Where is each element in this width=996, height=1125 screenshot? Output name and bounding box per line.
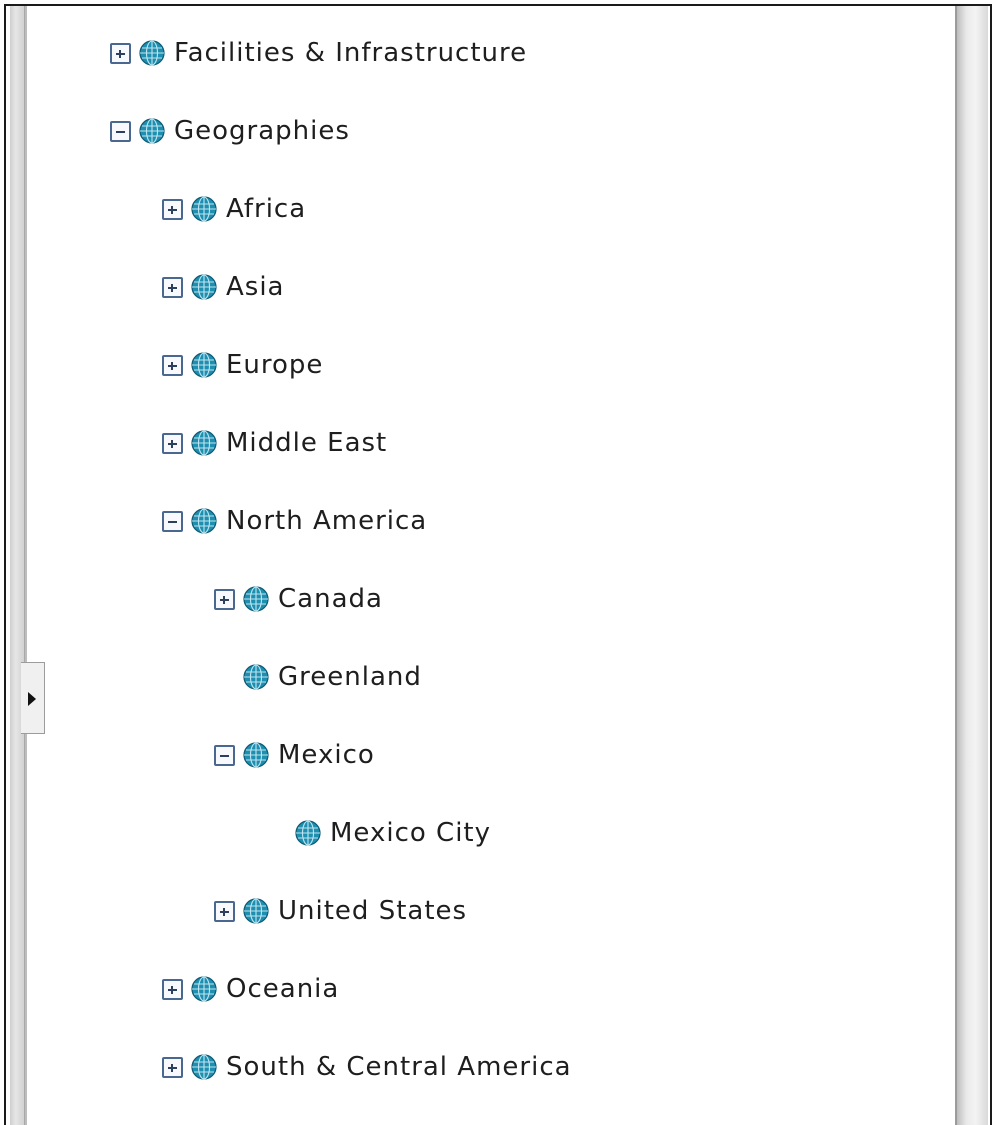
- splitter-divider: [25, 6, 27, 1125]
- tree-node-label: Middle East: [226, 428, 388, 458]
- globe-icon: [139, 40, 165, 66]
- expand-toggle-plus-icon[interactable]: [162, 276, 183, 298]
- expand-toggle-plus-icon[interactable]: [162, 198, 183, 220]
- expand-toggle-plus-icon[interactable]: [162, 432, 183, 454]
- tree-node[interactable]: Asia: [162, 268, 285, 306]
- globe-icon: [243, 664, 269, 690]
- tree-node[interactable]: Mexico: [214, 736, 375, 774]
- collapse-toggle-minus-icon[interactable]: [162, 510, 183, 532]
- tree-panel: [4, 4, 992, 1125]
- globe-icon: [191, 1054, 217, 1080]
- left-splitter[interactable]: [10, 6, 25, 1125]
- tree-node[interactable]: Middle East: [162, 424, 387, 462]
- tree-node-label: Mexico: [278, 740, 375, 770]
- tree-node[interactable]: Geographies: [110, 112, 350, 150]
- tree-node-label: North America: [226, 506, 428, 536]
- tree-node[interactable]: South & Central America: [162, 1048, 572, 1086]
- globe-icon: [243, 742, 269, 768]
- tree-node-label: Europe: [226, 350, 324, 380]
- arrow-right-icon: [28, 692, 36, 706]
- expand-toggle-plus-icon[interactable]: [214, 900, 235, 922]
- expand-toggle-plus-icon[interactable]: [162, 354, 183, 376]
- globe-icon: [295, 820, 321, 846]
- globe-icon: [191, 430, 217, 456]
- globe-icon: [191, 976, 217, 1002]
- globe-icon: [191, 352, 217, 378]
- toggle-spacer: [214, 667, 243, 688]
- collapse-panel-button[interactable]: [21, 662, 45, 734]
- tree-node-label: Canada: [278, 584, 383, 614]
- globe-icon: [243, 898, 269, 924]
- globe-icon: [191, 508, 217, 534]
- right-scrollbar-track[interactable]: [955, 6, 988, 1125]
- expand-toggle-plus-icon[interactable]: [110, 42, 131, 64]
- tree-node-label: United States: [278, 896, 468, 926]
- tree-node-label: Mexico City: [330, 818, 492, 848]
- tree-node[interactable]: North America: [162, 502, 427, 540]
- tree-node-label: Geographies: [174, 116, 350, 146]
- tree-node-label: South & Central America: [226, 1052, 572, 1082]
- expand-toggle-plus-icon[interactable]: [162, 1056, 183, 1078]
- tree-node-label: Oceania: [226, 974, 340, 1004]
- tree-node[interactable]: Africa: [162, 190, 306, 228]
- tree-node-label: Asia: [226, 272, 285, 302]
- toggle-spacer: [266, 823, 295, 844]
- tree-node[interactable]: Canada: [214, 580, 383, 618]
- tree-node-label: Africa: [226, 194, 307, 224]
- collapse-toggle-minus-icon[interactable]: [110, 120, 131, 142]
- tree-node-label: Facilities & Infrastructure: [174, 38, 528, 68]
- globe-icon: [191, 196, 217, 222]
- tree-node[interactable]: Facilities & Infrastructure: [110, 34, 527, 72]
- globe-icon: [191, 274, 217, 300]
- tree-node[interactable]: Europe: [162, 346, 323, 384]
- tree-node[interactable]: Greenland: [214, 658, 422, 696]
- expand-toggle-plus-icon[interactable]: [214, 588, 235, 610]
- globe-icon: [139, 118, 165, 144]
- tree-node[interactable]: Oceania: [162, 970, 339, 1008]
- tree-node-label: Greenland: [278, 662, 422, 692]
- expand-toggle-plus-icon[interactable]: [162, 978, 183, 1000]
- globe-icon: [243, 586, 269, 612]
- tree-node[interactable]: United States: [214, 892, 467, 930]
- tree-node[interactable]: Mexico City: [266, 814, 491, 852]
- collapse-toggle-minus-icon[interactable]: [214, 744, 235, 766]
